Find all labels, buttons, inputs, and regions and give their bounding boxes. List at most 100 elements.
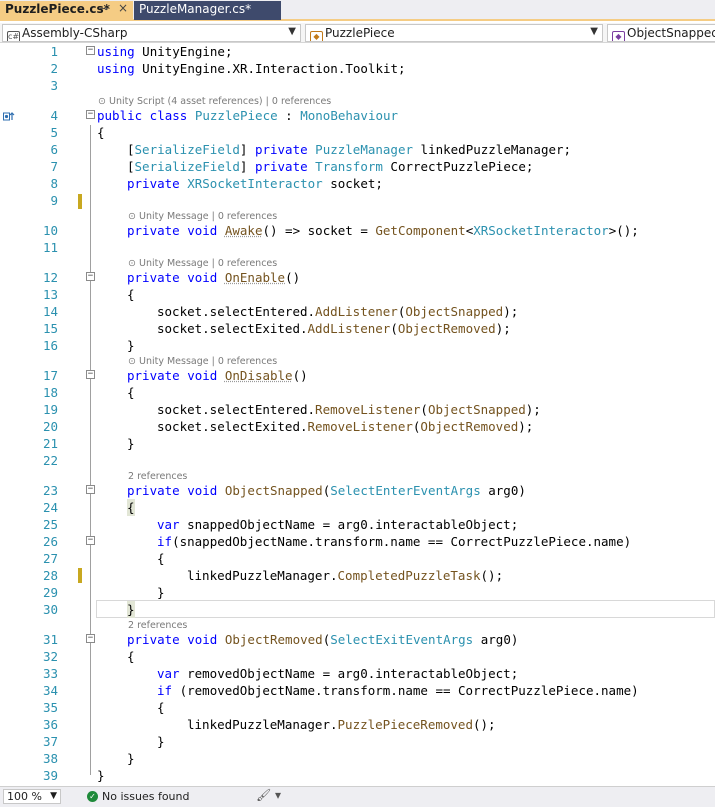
code-line: var removedObjectName = arg0.interactabl…: [157, 665, 518, 682]
zoom-dropdown[interactable]: 100 % ▼: [3, 789, 61, 804]
method-name: CompletedPuzzleTask: [337, 568, 481, 583]
line-number: 10: [42, 223, 58, 238]
method-name: ObjectRemoved: [420, 419, 519, 434]
code-text: socket;: [322, 176, 383, 191]
line-number: 2: [50, 61, 58, 76]
line-number: 28: [42, 568, 58, 583]
code-text: socket.selectEntered.: [157, 402, 316, 417]
fold-toggle[interactable]: −: [86, 634, 95, 643]
code-text: }: [97, 768, 105, 783]
code-line: using UnityEngine;: [97, 43, 232, 60]
code-text: UnityEngine.XR.Interaction.Toolkit;: [134, 61, 406, 76]
type-name: XRSocketInteractor: [473, 223, 609, 238]
chevron-down-icon: ▼: [50, 791, 57, 801]
tab-label: PuzzlePiece.cs*: [5, 2, 110, 16]
close-icon[interactable]: ×: [118, 1, 128, 15]
line-number: 3: [50, 78, 58, 93]
code-line: private void OnDisable(): [127, 367, 308, 384]
line-number: 7: [50, 159, 58, 174]
code-text: removedObjectName = arg0.interactableObj…: [179, 666, 519, 681]
code-text: {: [127, 500, 135, 515]
line-number: 23: [42, 483, 58, 498]
type-name: SelectExitEventArgs: [330, 632, 474, 647]
line-number: 27: [42, 551, 58, 566]
code-text: ();: [480, 568, 504, 583]
type-name: SerializeField: [134, 142, 240, 157]
method-name: AddListener: [307, 321, 391, 336]
code-line: private void Awake() => socket = GetComp…: [127, 222, 639, 239]
issues-text: No issues found: [102, 790, 190, 803]
project-dropdown[interactable]: c# Assembly-CSharp ▼: [2, 24, 301, 42]
line-number: 18: [42, 385, 58, 400]
keyword: if: [157, 534, 173, 549]
member-dropdown[interactable]: ◆ObjectSnapped(S: [607, 24, 715, 42]
code-line: private void OnEnable(): [127, 269, 300, 286]
method-name: ObjectSnapped: [405, 304, 504, 319]
code-text: (: [390, 321, 398, 336]
method-name: GetComponent: [375, 223, 466, 238]
code-editor[interactable]: 1 2 3 4 5 6 7 8 9 10 11 12 13 14 15 16 1…: [0, 43, 715, 786]
code-text: );: [525, 402, 541, 417]
fold-toggle[interactable]: −: [86, 272, 95, 281]
code-text: socket.selectExited.: [157, 419, 308, 434]
code-text: }: [127, 436, 135, 451]
code-line: private void ObjectRemoved(SelectExitEve…: [127, 631, 518, 648]
change-marker: [78, 194, 82, 209]
line-number: 34: [42, 683, 58, 698]
fold-toggle[interactable]: −: [86, 536, 95, 545]
fold-toggle[interactable]: −: [86, 46, 95, 55]
code-line: linkedPuzzleManager.CompletedPuzzleTask(…: [187, 567, 503, 584]
code-text: arg0): [480, 483, 526, 498]
code-text: snappedObjectName = arg0.interactableObj…: [179, 517, 519, 532]
code-text: );: [503, 304, 519, 319]
code-line: if(snappedObjectName.transform.name == C…: [157, 533, 631, 550]
line-number: 9: [50, 193, 58, 208]
tab-puzzlepiece[interactable]: PuzzlePiece.cs* ⊸ ×: [0, 1, 133, 20]
change-marker: [78, 568, 82, 583]
code-text: }: [127, 602, 135, 617]
method-name: ObjectSnapped: [427, 402, 526, 417]
code-text: arg0): [473, 632, 519, 647]
code-text: );: [518, 419, 534, 434]
code-line: {: [127, 648, 135, 665]
method-name: PuzzlePieceRemoved: [337, 717, 473, 732]
keyword: public class: [97, 108, 188, 123]
line-number: 26: [42, 534, 58, 549]
method-name: ObjectRemoved: [397, 321, 496, 336]
method-name: AddListener: [315, 304, 398, 319]
code-line: }: [127, 750, 135, 767]
fold-toggle[interactable]: −: [86, 110, 95, 119]
keyword: private void: [127, 632, 218, 647]
tab-puzzlemanager[interactable]: PuzzleManager.cs*: [134, 1, 281, 20]
code-text: }: [127, 751, 135, 766]
code-line: socket.selectExited.RemoveListener(Objec…: [157, 418, 533, 435]
pin-icon[interactable]: ⊸: [99, 2, 108, 15]
codelens-text: Unity Message | 0 references: [138, 211, 278, 222]
code-line: linkedPuzzleManager.PuzzlePieceRemoved()…: [187, 716, 496, 733]
method-name: ObjectSnapped: [224, 483, 323, 498]
code-line: private void ObjectSnapped(SelectEnterEv…: [127, 482, 526, 499]
line-number: 15: [42, 321, 58, 336]
method-name: RemoveListener: [315, 402, 421, 417]
code-text: (snappedObjectName.transform.name == Cor…: [172, 534, 632, 549]
keyword: private: [254, 159, 308, 174]
code-line: }: [127, 435, 135, 452]
unity-icon: ⊙: [128, 258, 139, 269]
fold-toggle[interactable]: −: [86, 370, 95, 379]
fold-toggle[interactable]: −: [86, 485, 95, 494]
code-line: {: [157, 550, 165, 567]
class-inheritance-icon[interactable]: [3, 111, 17, 123]
code-line: {: [127, 286, 135, 303]
code-line: if (removedObjectName.transform.name == …: [157, 682, 639, 699]
code-cleanup-icon[interactable]: 🖌 ▾: [256, 788, 281, 802]
codelens-text: 2 references: [128, 620, 188, 631]
type-name: SerializeField: [134, 159, 240, 174]
unity-icon: ⊙: [98, 96, 109, 107]
type-name: SelectEnterEventArgs: [330, 483, 481, 498]
zoom-level: 100 %: [7, 790, 42, 803]
code-text: }: [157, 585, 165, 600]
method-name: Awake: [224, 223, 263, 238]
type-dropdown[interactable]: ◆ PuzzlePiece ▼: [305, 24, 603, 42]
check-circle-icon: ✓: [87, 791, 98, 802]
issues-indicator[interactable]: No issues found: [102, 789, 189, 804]
